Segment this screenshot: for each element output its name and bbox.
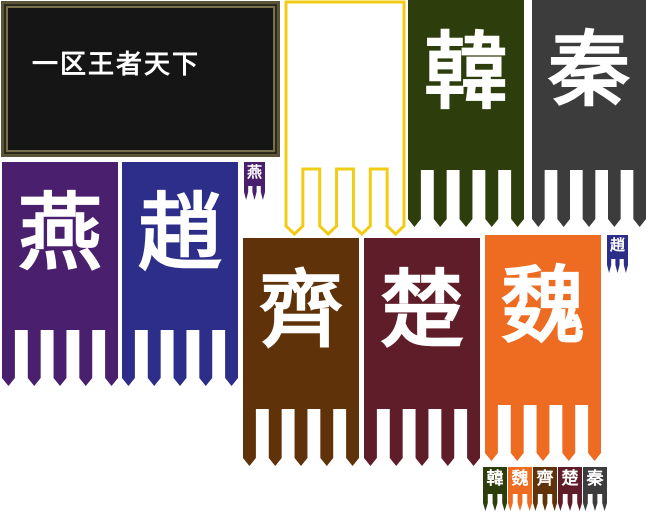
banner-qi[interactable]: 齊 <box>243 238 359 466</box>
wei-mini-char: 魏 <box>511 469 529 489</box>
mini-banner-qi[interactable]: 齊 <box>533 467 557 511</box>
mini-banner-chu[interactable]: 楚 <box>558 467 582 511</box>
banner-qin-char: 秦 <box>547 23 630 118</box>
banner-qin[interactable]: 秦 <box>532 0 646 227</box>
mini-banner-qin[interactable]: 秦 <box>583 467 607 511</box>
banner-chu-char: 楚 <box>379 261 464 359</box>
title-plaque: 一区王者天下 <box>1 1 280 157</box>
banner-blank-shape <box>284 0 406 237</box>
banner-zhao[interactable]: 趙 <box>122 162 238 386</box>
yan-mini-char: 燕 <box>246 163 262 181</box>
banner-yan[interactable]: 燕 <box>2 162 118 386</box>
banner-blank[interactable] <box>284 0 406 237</box>
banner-blank-cloth <box>284 0 406 237</box>
chu-mini-char: 楚 <box>561 469 579 489</box>
banner-wei-char: 魏 <box>500 257 585 355</box>
banner-chu[interactable]: 楚 <box>364 238 480 466</box>
banner-wei[interactable]: 魏 <box>485 235 601 461</box>
han-mini-char: 韓 <box>486 469 504 489</box>
qi-mini-char: 齊 <box>536 469 554 489</box>
zhao-mini-char: 趙 <box>609 236 625 254</box>
banner-han-char: 韓 <box>423 23 508 121</box>
banner-yan-char: 燕 <box>17 184 102 282</box>
mini-banner-yan[interactable]: 燕 <box>244 162 265 200</box>
qin-mini-char: 秦 <box>586 469 604 489</box>
title-plaque-text: 一区王者天下 <box>32 50 201 80</box>
mini-banner-han[interactable]: 韓 <box>483 467 507 511</box>
banner-qi-char: 齊 <box>258 261 343 359</box>
mini-banner-zhao[interactable]: 趙 <box>607 235 628 273</box>
banner-han[interactable]: 韓 <box>408 0 524 227</box>
banner-zhao-char: 趙 <box>137 184 222 282</box>
mini-banner-wei[interactable]: 魏 <box>508 467 532 511</box>
